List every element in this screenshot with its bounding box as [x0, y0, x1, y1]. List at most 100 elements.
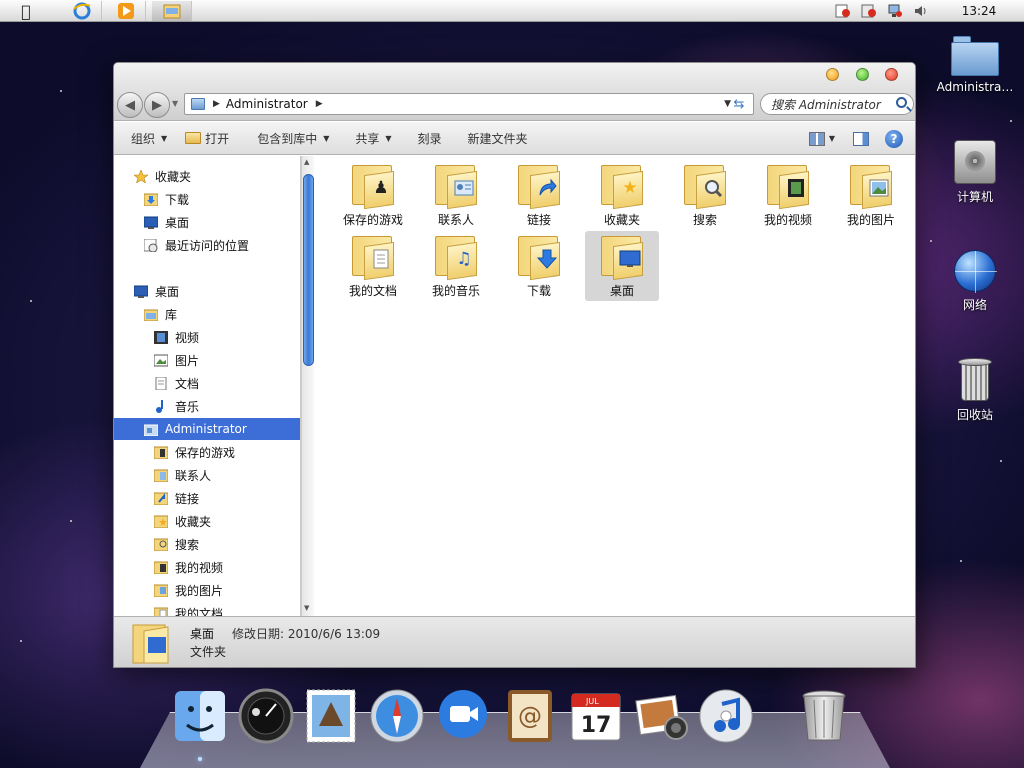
magnifier-icon — [702, 177, 724, 199]
desktop-icon-administrator[interactable]: Administra… — [935, 36, 1015, 94]
sidebar-item-my-videos[interactable]: 我的视频 — [114, 556, 300, 578]
organize-label: 组织 — [131, 131, 156, 146]
media-player-icon[interactable] — [106, 1, 146, 21]
folder-my-documents[interactable]: 我的文档 — [336, 231, 410, 301]
folder-contacts[interactable]: 联系人 — [419, 160, 493, 230]
recent-pages-dropdown[interactable]: ▼ — [172, 99, 178, 108]
sidebar-item-searches[interactable]: 搜索 — [114, 533, 300, 555]
folder-desktop[interactable]: 桌面 — [585, 231, 659, 301]
address-book-icon[interactable]: @ — [502, 688, 558, 744]
refresh-button[interactable]: ⇆ — [728, 94, 750, 114]
organize-button[interactable]: 组织 ▼ — [122, 122, 176, 155]
sidebar-scrollbar[interactable]: ▲ ▼ — [301, 156, 314, 616]
video-chat-icon[interactable] — [435, 688, 491, 744]
music-note-icon — [156, 399, 163, 413]
desktop-icon-recycle-bin[interactable]: 回收站 — [935, 358, 1015, 423]
view-dropdown-icon[interactable]: ▼ — [829, 134, 835, 143]
sidebar-item-desktop-fav[interactable]: 桌面 — [114, 211, 300, 233]
sidebar-item-label: 链接 — [175, 491, 200, 506]
internet-explorer-icon[interactable] — [62, 1, 102, 21]
sidebar-item-label: 图片 — [175, 353, 200, 368]
sidebar-item-documents[interactable]: 文档 — [114, 372, 300, 394]
folder-searches[interactable]: 搜索 — [668, 160, 742, 230]
safari-compass-icon[interactable] — [369, 688, 425, 744]
scroll-thumb[interactable] — [303, 174, 314, 366]
new-folder-button[interactable]: 新建文件夹 — [459, 122, 537, 155]
sidebar-item-favorites[interactable]: 收藏夹 — [114, 165, 300, 187]
folder-open-icon — [185, 132, 202, 144]
help-icon[interactable]: ? — [885, 129, 903, 148]
sidebar-item-pictures[interactable]: 图片 — [114, 349, 300, 371]
sidebar-item-my-pictures[interactable]: 我的图片 — [114, 579, 300, 601]
folder-icon: ♟ — [350, 163, 396, 210]
itunes-icon[interactable] — [698, 688, 754, 744]
calendar-icon[interactable]: JUL 17 — [568, 688, 624, 744]
sidebar-item-recent-places[interactable]: 最近访问的位置 — [114, 234, 300, 256]
minimize-button[interactable] — [826, 68, 839, 81]
back-button[interactable]: ◀ — [117, 92, 143, 118]
clock[interactable]: 13:24 — [934, 4, 1024, 18]
sidebar-item-contacts[interactable]: 联系人 — [114, 464, 300, 486]
breadcrumb-chevron-icon[interactable]: ▶ — [316, 99, 323, 109]
sidebar-item-desktop[interactable]: 桌面 — [114, 280, 300, 302]
trash-icon[interactable] — [796, 688, 852, 744]
breadcrumb-administrator[interactable]: Administrator — [226, 97, 308, 111]
folder-my-videos[interactable]: 我的视频 — [751, 160, 825, 230]
folder-my-pictures[interactable]: 我的图片 — [834, 160, 908, 230]
folder-favorites[interactable]: ★ 收藏夹 — [585, 160, 659, 230]
folder-icon — [154, 538, 168, 551]
network-status-icon[interactable] — [887, 4, 903, 18]
search-icon[interactable] — [896, 97, 907, 108]
apple-menu-icon[interactable]:  — [14, 1, 38, 21]
sidebar-item-label: 音乐 — [175, 399, 200, 414]
folder-saved-games[interactable]: ♟ 保存的游戏 — [336, 160, 410, 230]
sidebar-item-downloads[interactable]: 下载 — [114, 188, 300, 210]
forward-button[interactable]: ▶ — [144, 92, 170, 118]
sidebar-item-saved-games[interactable]: 保存的游戏 — [114, 441, 300, 463]
navigation-pane: 收藏夹 下载 桌面 最近访问的位置 桌面 库 视频 图片 文档 音乐 Admin… — [114, 156, 301, 616]
sidebar-item-libraries[interactable]: 库 — [114, 303, 300, 325]
address-bar[interactable]: ▶ Administrator ▶ ▼ — [184, 93, 754, 115]
action-center-icon[interactable] — [861, 4, 877, 18]
sidebar-item-label: 库 — [165, 307, 178, 322]
sidebar-item-label: 桌面 — [155, 284, 180, 299]
folder-icon — [599, 234, 645, 281]
system-tray: 13:24 — [830, 1, 1024, 21]
open-label: 打开 — [205, 131, 230, 146]
security-alert-icon[interactable] — [835, 4, 851, 18]
sidebar-item-administrator[interactable]: Administrator — [114, 418, 300, 440]
scroll-up-icon[interactable]: ▲ — [304, 158, 309, 166]
sidebar-item-my-documents[interactable]: 我的文档 — [114, 602, 300, 616]
change-view-icon[interactable] — [808, 131, 825, 146]
dashboard-icon[interactable] — [238, 688, 294, 744]
sidebar-item-links[interactable]: 链接 — [114, 487, 300, 509]
folder-icon — [132, 623, 170, 665]
search-input[interactable]: 搜索 Administrator — [760, 93, 914, 115]
share-button[interactable]: 共享 ▼ — [346, 122, 400, 155]
folder-downloads[interactable]: 下载 — [502, 231, 576, 301]
maximize-button[interactable] — [856, 68, 869, 81]
scroll-down-icon[interactable]: ▼ — [304, 604, 309, 612]
volume-icon[interactable] — [913, 4, 929, 18]
breadcrumb-chevron-icon[interactable]: ▶ — [213, 99, 220, 109]
preview-pane-icon[interactable] — [853, 131, 869, 146]
close-button[interactable] — [885, 68, 898, 81]
folder-icon — [154, 492, 168, 505]
sidebar-item-favorites-folder[interactable]: 收藏夹 — [114, 510, 300, 532]
photo-booth-icon[interactable] — [634, 688, 690, 744]
desktop-icon-network[interactable]: 网络 — [935, 250, 1015, 313]
sidebar-item-music[interactable]: 音乐 — [114, 395, 300, 417]
folder-my-music[interactable]: ♫ 我的音乐 — [419, 231, 493, 301]
explorer-folder-icon[interactable] — [152, 1, 192, 21]
sidebar-item-videos[interactable]: 视频 — [114, 326, 300, 348]
download-folder-icon — [144, 193, 158, 206]
desktop-icon-computer[interactable]: 计算机 — [935, 140, 1015, 205]
include-in-library-button[interactable]: 包含到库中 ▼ — [248, 122, 338, 155]
mail-stamp-icon[interactable] — [303, 688, 359, 744]
finder-icon[interactable] — [172, 688, 228, 744]
folder-links[interactable]: 链接 — [502, 160, 576, 230]
user-folder-icon — [144, 424, 158, 436]
burn-button[interactable]: 刻录 — [409, 122, 451, 155]
open-button[interactable]: 打开 — [176, 122, 238, 155]
svg-text:17: 17 — [581, 713, 612, 738]
